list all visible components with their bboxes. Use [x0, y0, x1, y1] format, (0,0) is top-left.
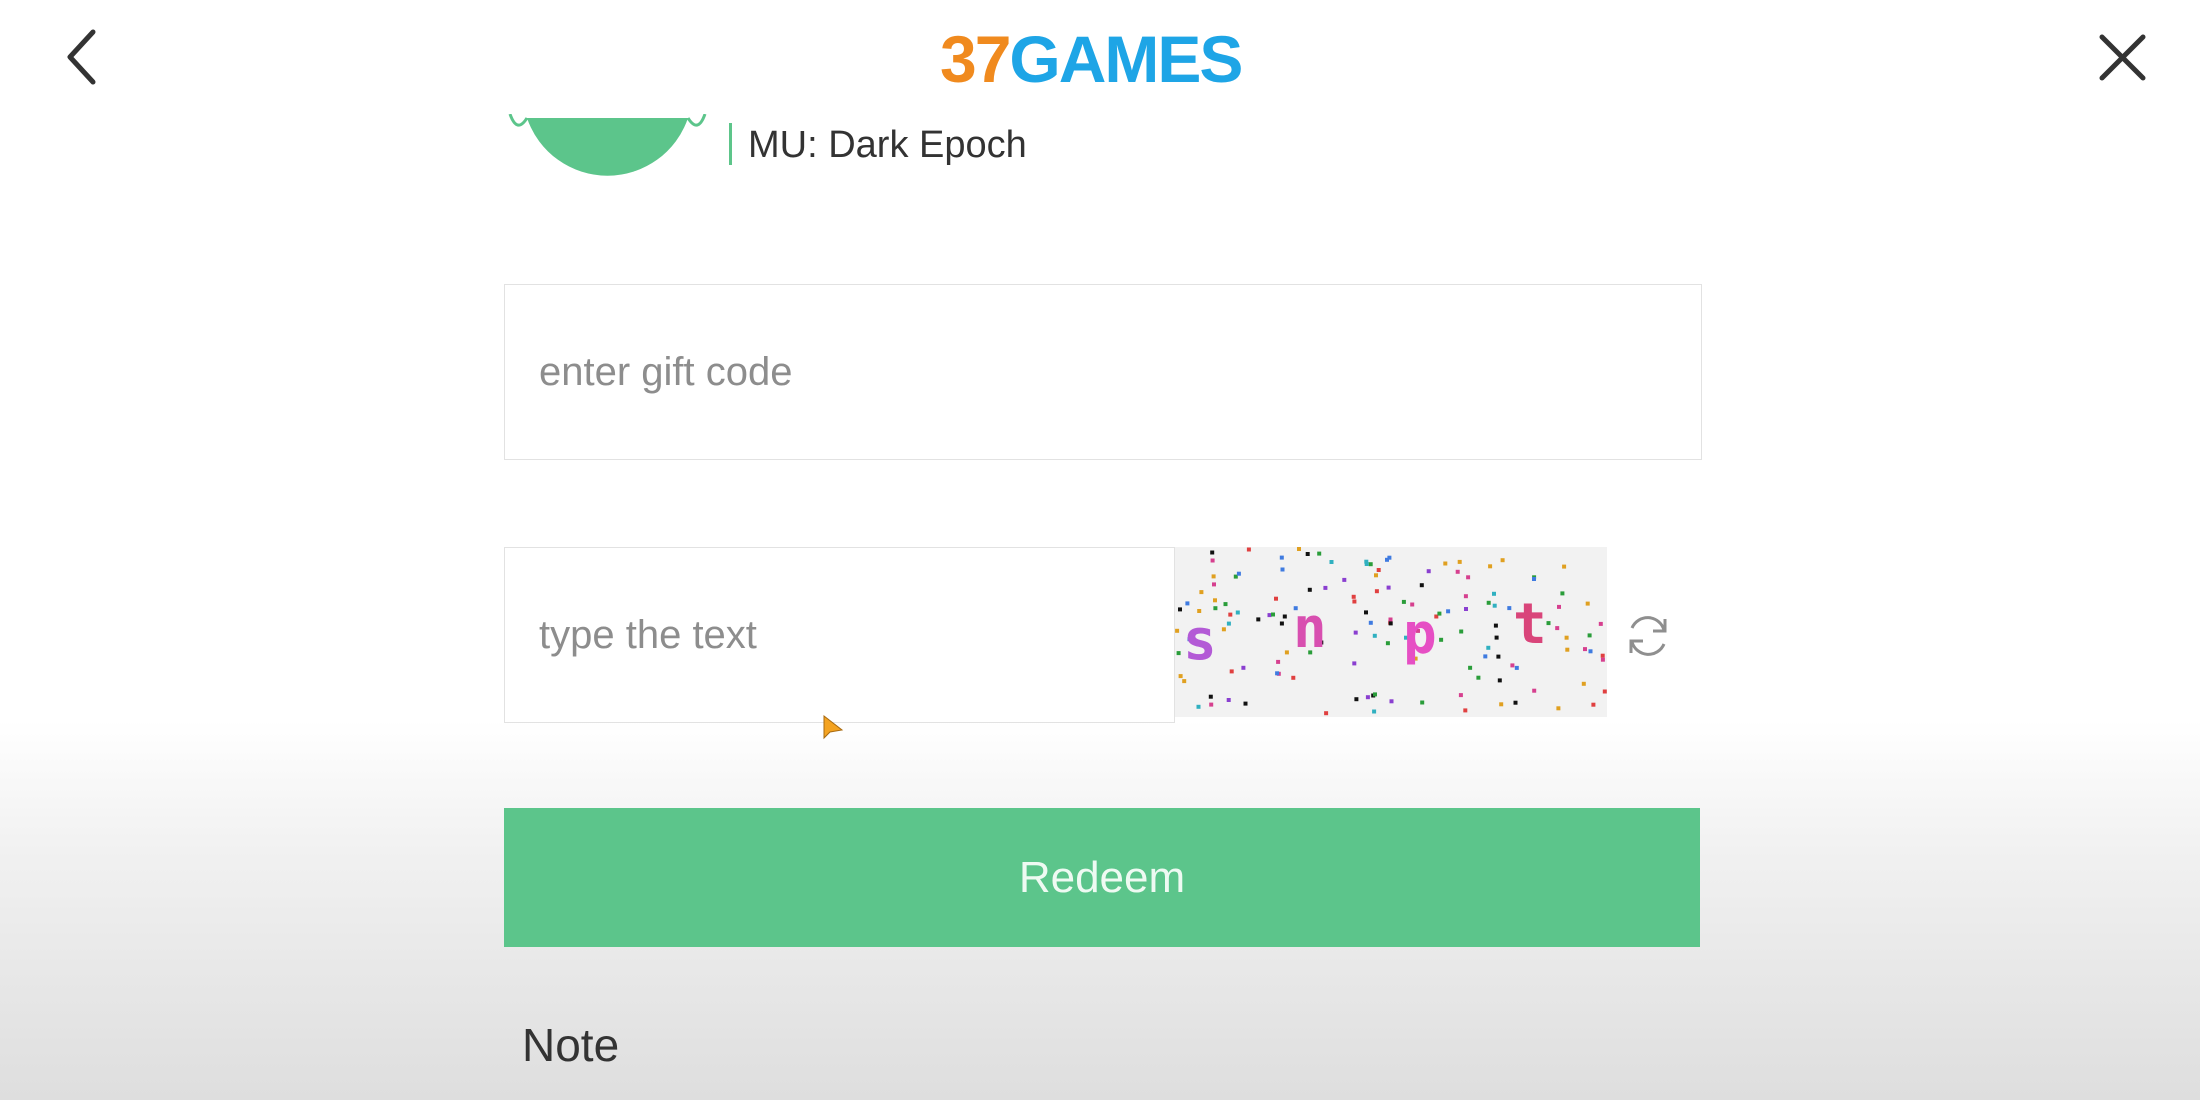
chevron-left-icon [67, 29, 96, 85]
captcha-char: s [1183, 608, 1217, 673]
logo-word: GAMES [1009, 22, 1243, 96]
back-button[interactable] [55, 20, 115, 95]
top-bar: 37 GAMES [0, 0, 2200, 115]
mouse-cursor-icon [823, 714, 844, 740]
refresh-captcha-button[interactable] [1622, 610, 1674, 662]
captcha-char: t [1513, 592, 1547, 657]
close-button[interactable] [2090, 25, 2155, 90]
note-heading: Note [522, 1019, 620, 1071]
captcha-char: p [1403, 602, 1437, 667]
title-divider [729, 123, 732, 165]
captcha-input[interactable] [504, 547, 1175, 723]
logo-number: 37 [940, 22, 1011, 96]
captcha-noise: s n p t [1175, 547, 1607, 716]
refresh-icon [1629, 616, 1667, 656]
close-icon [2099, 34, 2146, 81]
redeem-button[interactable]: Redeem [504, 808, 1700, 947]
gift-code-input[interactable] [504, 284, 1702, 460]
game-avatar-icon [508, 114, 707, 176]
game-title: MU: Dark Epoch [748, 124, 1027, 166]
brand-logo: 37 GAMES [940, 14, 1243, 104]
game-info: MU: Dark Epoch [505, 114, 1205, 208]
captcha-image[interactable]: s n p t [1175, 547, 1607, 717]
captcha-char: n [1293, 596, 1327, 661]
